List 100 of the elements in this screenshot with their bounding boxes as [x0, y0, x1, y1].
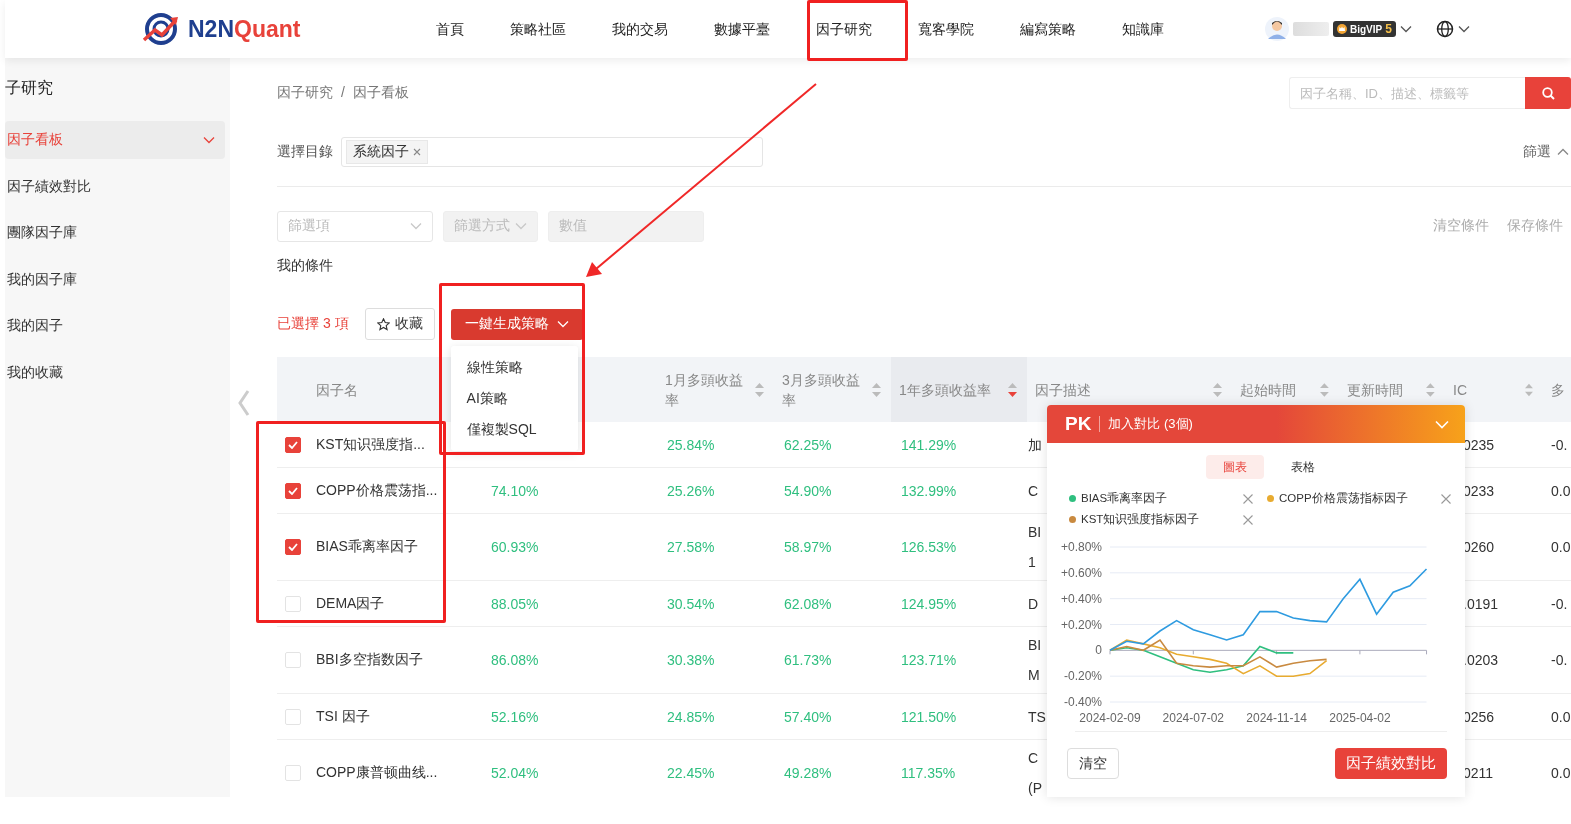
table-cell: 加	[1028, 436, 1042, 453]
table-cell: .0203	[1463, 652, 1499, 668]
remove-button[interactable]	[1243, 514, 1253, 525]
sidebar-item[interactable]: 我的因子	[5, 307, 225, 345]
sidebar-title: 子研究	[5, 78, 54, 98]
sidebar-item[interactable]: 因子看板	[5, 121, 225, 159]
vip-level: 5	[1385, 22, 1392, 36]
compare-button[interactable]: 因子績效對比	[1335, 748, 1447, 779]
axis-tick-label: -0.20%	[1063, 669, 1102, 684]
breadcrumb-separator: /	[341, 84, 345, 102]
menu-item[interactable]: 線性策略	[450, 351, 578, 383]
column-header[interactable]: 更新時間	[1347, 379, 1427, 400]
axis-tick-label: 0	[1095, 643, 1102, 658]
nav-link[interactable]: 首頁	[427, 0, 500, 61]
table-cell-text: 123.71%	[900, 652, 957, 668]
table-cell: COPP价格震荡指...	[316, 481, 438, 498]
axis-tick-label: +0.60%	[1060, 565, 1102, 580]
axis-tick-label: 2024-02-09	[1079, 711, 1141, 725]
avatar-icon	[1265, 17, 1289, 41]
star-icon	[376, 317, 390, 331]
tab[interactable]: 圖表	[1205, 455, 1264, 479]
table-cell-text: 52.04%	[490, 765, 539, 781]
checkmark-icon	[288, 543, 298, 551]
chevron-down-icon	[410, 222, 422, 230]
section-label: 我的條件	[277, 257, 334, 275]
table-cell-text: 126.53%	[900, 539, 957, 555]
catalog-label: 選擇目錄	[277, 143, 334, 161]
column-header[interactable]: 多	[1551, 379, 1571, 400]
close-icon	[1441, 493, 1451, 504]
search-field[interactable]: 因子名稱、ID、描述、標籤等	[1289, 77, 1525, 109]
axis-tick-label: +0.20%	[1060, 617, 1102, 632]
table-cell-text: 132.99%	[900, 482, 957, 499]
table-cell: D	[1028, 595, 1039, 612]
catalog-field[interactable]: 系統因子	[341, 137, 763, 167]
table-cell: -0.	[1551, 436, 1568, 453]
chevron-down-icon	[203, 136, 215, 144]
table-cell-text: 117.35%	[900, 765, 956, 781]
nav-link[interactable]: 因子研究	[807, 0, 908, 61]
table-cell-text: 25.26%	[666, 482, 715, 499]
favorite-button[interactable]: 收藏	[364, 308, 435, 340]
chevron-down-icon	[1435, 419, 1449, 429]
checkbox[interactable]	[285, 482, 301, 499]
nav-link[interactable]: 編寫策略	[1011, 0, 1112, 61]
table-cell: 0.0	[1551, 765, 1571, 781]
table-cell: 0.0	[1551, 539, 1571, 555]
chevron-down-icon	[556, 320, 569, 328]
breadcrumb-item[interactable]: 因子研究	[277, 84, 333, 102]
filter-toggle[interactable]: 篩選	[1523, 143, 1571, 161]
tab[interactable]: 表格	[1273, 455, 1332, 479]
sidebar-item[interactable]: 因子績效對比	[5, 167, 225, 206]
table-cell-text: 61.73%	[783, 652, 832, 668]
table-cell-text: 30.38%	[666, 652, 715, 668]
remove-button[interactable]	[1441, 493, 1451, 504]
table-cell-text: 62.25%	[783, 436, 832, 453]
column-header[interactable]: 因子描述	[1035, 379, 1117, 400]
checkbox[interactable]	[285, 436, 301, 453]
pk-label: PK	[1065, 413, 1092, 435]
nav-link[interactable]: 我的交易	[603, 0, 704, 61]
table-cell: BI 1	[1028, 524, 1042, 570]
close-icon	[413, 148, 421, 156]
table-cell: C (P	[1028, 750, 1042, 796]
checkbox[interactable]	[285, 539, 301, 555]
search-icon	[1541, 86, 1555, 100]
selection-count: 已選擇 3 項	[277, 315, 349, 333]
menu-item[interactable]: 僅複製SQL	[450, 413, 578, 445]
column-header[interactable]: 起始時間	[1240, 379, 1321, 400]
sidebar-item[interactable]: 我的因子庫	[5, 260, 225, 299]
logo-icon	[142, 12, 180, 46]
chevron-down-icon	[515, 222, 527, 230]
chevron-down-icon	[1457, 25, 1470, 33]
catalog-tag: 系統因子	[346, 140, 428, 164]
table-cell: BBI多空指数因子	[316, 651, 423, 667]
table-cell: KST知识强度指...	[316, 435, 425, 452]
column-header[interactable]: 因子名	[316, 379, 398, 400]
axis-tick-label: +0.40%	[1060, 591, 1102, 606]
table-cell: TSI 因子	[316, 707, 370, 724]
legend-label: KST知识强度指标因子	[1081, 512, 1201, 527]
chevron-down-icon	[1399, 25, 1412, 33]
table-cell: TS	[1028, 708, 1046, 725]
clear-button[interactable]: 清空	[1067, 748, 1119, 779]
nav-link[interactable]: 策略社區	[501, 0, 602, 61]
table-cell-text: 121.50%	[900, 708, 957, 725]
sidebar-item[interactable]: 團隊因子庫	[5, 214, 225, 252]
logo-text: N2NQuant	[188, 15, 301, 43]
nav-link[interactable]: 寬客學院	[909, 0, 1010, 61]
nav-link[interactable]: 數據平臺	[705, 0, 806, 61]
table-cell-text: 57.40%	[783, 708, 832, 725]
table-cell-text: 60.93%	[490, 539, 539, 555]
table-cell-text: 24.85%	[666, 708, 715, 725]
table-cell-text: 124.95%	[900, 595, 957, 612]
column-header[interactable]: 1月多頭收益率	[665, 369, 747, 410]
search-button[interactable]	[1525, 77, 1571, 109]
column-header[interactable]: 3月多頭收益率	[782, 369, 864, 410]
nav-link[interactable]: 知識庫	[1113, 0, 1200, 61]
breadcrumb-item[interactable]: 因子看板	[352, 84, 409, 102]
remove-button[interactable]	[1243, 493, 1253, 504]
generate-strategy-button[interactable]: 一鍵生成策略	[450, 308, 583, 340]
column-header[interactable]: IC	[1453, 379, 1526, 400]
sidebar-item[interactable]: 我的收藏	[5, 353, 225, 392]
menu-item[interactable]: AI策略	[450, 382, 578, 414]
